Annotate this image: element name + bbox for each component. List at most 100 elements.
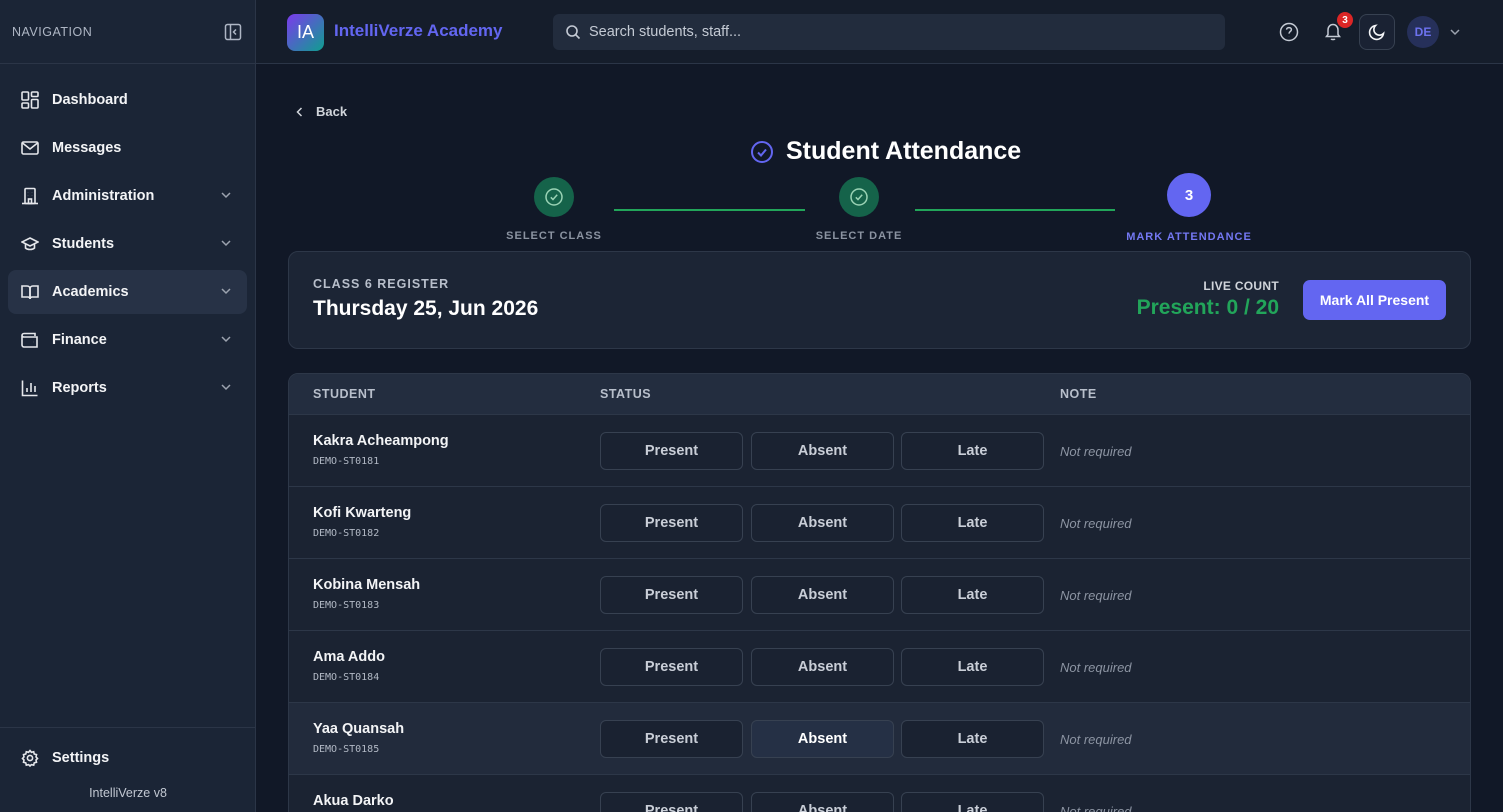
- check-circle-icon: [750, 140, 774, 164]
- student-id: DEMO-ST0181: [313, 456, 380, 467]
- check-circle-icon: [545, 188, 563, 206]
- help-button[interactable]: [1271, 14, 1307, 50]
- sidebar-heading: NAVIGATION: [12, 24, 93, 39]
- step-connector: [915, 209, 1115, 211]
- dashboard-icon: [20, 90, 40, 110]
- sidebar: NAVIGATION Dashboard Messages Administra…: [0, 0, 256, 812]
- late-button[interactable]: Late: [901, 504, 1044, 542]
- student-name: Ama Addo: [313, 649, 385, 665]
- sidebar-item-reports[interactable]: Reports: [8, 366, 247, 410]
- student-id: DEMO-ST0183: [313, 600, 380, 611]
- table-header: STUDENT STATUS NOTE: [289, 374, 1470, 415]
- present-button[interactable]: Present: [600, 792, 743, 812]
- page-title-text: Student Attendance: [786, 137, 1022, 165]
- main-content: Back Student Attendance SELECT CLASS SEL…: [256, 64, 1503, 812]
- search-icon: [566, 25, 581, 40]
- step-label: SELECT CLASS: [506, 230, 602, 242]
- late-button[interactable]: Late: [901, 648, 1044, 686]
- late-button[interactable]: Late: [901, 576, 1044, 614]
- absent-button[interactable]: Absent: [751, 504, 894, 542]
- step-label: SELECT DATE: [815, 230, 903, 242]
- chevron-down-icon: [221, 336, 231, 343]
- sidebar-item-finance[interactable]: Finance: [8, 318, 247, 362]
- moon-icon: [1368, 24, 1385, 41]
- register-card: CLASS 6 REGISTER Thursday 25, Jun 2026 L…: [288, 251, 1471, 349]
- sidebar-header: NAVIGATION: [0, 0, 255, 64]
- student-name: Akua Darko: [313, 793, 394, 809]
- sidebar-item-administration[interactable]: Administration: [8, 174, 247, 218]
- sidebar-item-label: Academics: [52, 284, 129, 300]
- step-mark-attendance[interactable]: 3 MARK ATTENDANCE: [1124, 173, 1254, 243]
- logo-text: IA: [296, 22, 314, 42]
- brand-name: IntelliVerze Academy: [334, 21, 503, 40]
- mark-all-present-button[interactable]: Mark All Present: [1303, 280, 1446, 320]
- live-count-value: Present: 0 / 20: [1136, 296, 1279, 319]
- student-name: Kofi Kwarteng: [313, 505, 412, 521]
- chevron-down-icon: [221, 288, 231, 295]
- step-current-indicator: 3: [1167, 173, 1211, 217]
- sidebar-footer: Settings IntelliVerze v8: [0, 727, 256, 812]
- sidebar-item-label: Finance: [52, 332, 107, 348]
- sidebar-nav: Dashboard Messages Administration Studen…: [0, 64, 255, 428]
- student-id: DEMO-ST0182: [313, 528, 380, 539]
- step-connector: [614, 209, 805, 211]
- late-button[interactable]: Late: [901, 792, 1044, 812]
- logo[interactable]: IA: [287, 14, 324, 51]
- chevron-down-icon: [221, 240, 231, 247]
- sidebar-item-messages[interactable]: Messages: [8, 126, 247, 170]
- gear-icon: [20, 748, 40, 768]
- present-button[interactable]: Present: [600, 432, 743, 470]
- present-button[interactable]: Present: [600, 504, 743, 542]
- settings-label: Settings: [52, 750, 110, 766]
- sidebar-collapse-icon[interactable]: [223, 22, 243, 42]
- live-count-label: LIVE COUNT: [1203, 279, 1279, 293]
- present-button[interactable]: Present: [600, 720, 743, 758]
- step-label: MARK ATTENDANCE: [1126, 231, 1252, 243]
- student-name: Kakra Acheampong: [313, 433, 449, 449]
- attendance-table: STUDENT STATUS NOTE Kakra Acheampong DEM…: [288, 373, 1471, 812]
- graduation-cap-icon: [20, 234, 40, 254]
- sidebar-item-settings[interactable]: Settings: [8, 736, 248, 780]
- absent-button[interactable]: Absent: [751, 576, 894, 614]
- topbar: IA IntelliVerze Academy 3 DE: [256, 0, 1503, 64]
- late-button[interactable]: Late: [901, 720, 1044, 758]
- student-id: DEMO-ST0185: [313, 744, 380, 755]
- table-row: Kofi Kwarteng DEMO-ST0182 Present Absent…: [289, 487, 1470, 559]
- present-button[interactable]: Present: [600, 648, 743, 686]
- sidebar-item-dashboard[interactable]: Dashboard: [8, 78, 247, 122]
- search-input[interactable]: [589, 24, 1189, 40]
- building-icon: [20, 186, 40, 206]
- theme-toggle-button[interactable]: [1359, 14, 1395, 50]
- note-text: Not required: [1060, 732, 1132, 747]
- present-button[interactable]: Present: [600, 576, 743, 614]
- column-header-status: STATUS: [600, 387, 652, 401]
- avatar[interactable]: DE: [1407, 16, 1439, 48]
- book-open-icon: [20, 282, 40, 302]
- step-select-class[interactable]: SELECT CLASS: [506, 177, 601, 242]
- table-row: Akua Darko Present Absent Late Not requi…: [289, 775, 1470, 812]
- absent-button[interactable]: Absent: [751, 432, 894, 470]
- chevron-down-icon: [221, 384, 231, 391]
- sidebar-item-academics[interactable]: Academics: [8, 270, 247, 314]
- step-select-date[interactable]: SELECT DATE: [815, 177, 903, 242]
- help-icon: [1279, 22, 1299, 42]
- note-text: Not required: [1060, 804, 1132, 812]
- absent-button[interactable]: Absent: [751, 792, 894, 812]
- sidebar-item-students[interactable]: Students: [8, 222, 247, 266]
- column-header-student: STUDENT: [313, 387, 376, 401]
- page-title: Student Attendance: [750, 137, 1021, 166]
- chevron-down-icon[interactable]: [1448, 25, 1462, 39]
- back-label: Back: [316, 104, 348, 119]
- late-button[interactable]: Late: [901, 432, 1044, 470]
- note-text: Not required: [1060, 660, 1132, 675]
- back-link[interactable]: Back: [294, 104, 347, 119]
- absent-button[interactable]: Absent: [751, 720, 894, 758]
- step-done-indicator: [534, 177, 574, 217]
- column-header-note: NOTE: [1060, 387, 1097, 401]
- student-name: Kobina Mensah: [313, 577, 421, 593]
- absent-button[interactable]: Absent: [751, 648, 894, 686]
- note-text: Not required: [1060, 588, 1132, 603]
- sidebar-item-label: Students: [52, 236, 115, 252]
- chevron-left-icon: [296, 106, 303, 117]
- student-id: DEMO-ST0184: [313, 672, 380, 683]
